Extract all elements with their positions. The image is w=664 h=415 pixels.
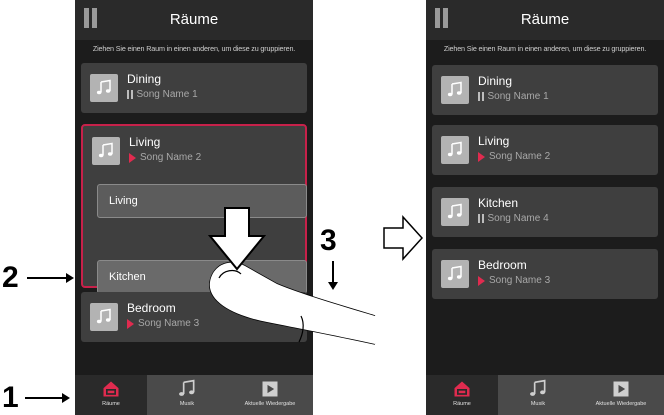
music-note-icon <box>179 379 195 396</box>
room-name: Bedroom <box>127 301 176 315</box>
song-line: Song Name 2 <box>129 152 201 163</box>
room-card-kitchen[interactable]: Kitchen Song Name 4 <box>432 187 658 237</box>
play-icon <box>478 151 485 162</box>
song-line: Song Name 3 <box>478 275 550 286</box>
tab-bar: Räume Musik Aktuelle Wiedergabe <box>75 375 313 415</box>
music-note-icon <box>441 260 469 288</box>
room-card-dining[interactable]: Dining Song Name 1 <box>432 65 658 115</box>
tab-music[interactable]: Musik <box>147 375 227 415</box>
music-note-icon <box>90 303 118 331</box>
page-title: Räume <box>169 11 219 28</box>
callout-2-arrow-icon <box>27 273 74 283</box>
music-note-icon <box>90 74 118 102</box>
music-note-icon <box>441 76 469 104</box>
song-name: Song Name 4 <box>487 213 549 224</box>
room-name: Living <box>129 135 161 149</box>
tab-label: Räume <box>102 401 120 407</box>
tab-now-playing[interactable]: Aktuelle Wiedergabe <box>227 375 313 415</box>
tab-bar: Räume Musik Aktuelle Wiedergabe <box>426 375 664 415</box>
header-bar: Räume <box>75 0 313 40</box>
tab-label: Musik <box>179 401 195 407</box>
song-name: Song Name 2 <box>489 151 551 162</box>
tab-label: Musik <box>530 401 546 407</box>
song-line: Song Name 1 <box>478 91 549 102</box>
play-icon <box>129 152 136 163</box>
room-name: Dining <box>478 74 513 88</box>
song-name: Song Name 1 <box>136 89 198 100</box>
pause-icon <box>478 92 484 101</box>
tab-label: Aktuelle Wiedergabe <box>595 401 647 407</box>
room-name: Living <box>478 134 510 148</box>
music-note-icon <box>530 379 546 396</box>
room-card-dining[interactable]: Dining Song Name 1 <box>81 63 307 113</box>
room-name: Bedroom <box>478 258 527 272</box>
play-icon <box>127 318 134 329</box>
tab-now-playing[interactable]: Aktuelle Wiedergabe <box>578 375 664 415</box>
song-line: Song Name 4 <box>478 213 549 224</box>
tab-label: Räume <box>453 401 471 407</box>
song-name: Song Name 3 <box>489 275 551 286</box>
arrow-right-icon <box>383 215 423 261</box>
tab-label: Aktuelle Wiedergabe <box>244 401 296 407</box>
tab-music[interactable]: Musik <box>498 375 578 415</box>
tab-rooms[interactable]: Räume <box>75 375 147 415</box>
tab-rooms[interactable]: Räume <box>426 375 498 415</box>
room-card-bedroom[interactable]: Bedroom Song Name 3 <box>432 249 658 299</box>
home-icon <box>103 381 119 397</box>
song-line: Song Name 3 <box>127 318 199 329</box>
play-icon <box>478 275 485 286</box>
room-name: Dining <box>127 72 162 86</box>
play-button-icon <box>613 381 629 397</box>
room-card-living[interactable]: Living Song Name 2 <box>432 125 658 175</box>
header-bar: Räume <box>426 0 664 40</box>
song-name: Song Name 2 <box>140 152 202 163</box>
song-line: Song Name 2 <box>478 151 550 162</box>
group-member-living[interactable]: Living <box>97 184 307 218</box>
music-note-icon <box>441 198 469 226</box>
pause-icon <box>127 90 133 99</box>
song-name: Song Name 3 <box>138 318 200 329</box>
callout-1-arrow-icon <box>25 393 70 403</box>
song-name: Song Name 1 <box>487 91 549 102</box>
room-name: Kitchen <box>478 196 519 210</box>
pause-icon <box>478 214 484 223</box>
page-title: Räume <box>520 11 570 28</box>
callout-2: 2 <box>2 261 19 294</box>
callout-3-arrow-icon <box>328 261 338 290</box>
music-note-icon <box>441 136 469 164</box>
phone-screen-right: Räume Ziehen Sie einen Raum in einen and… <box>426 0 664 415</box>
song-line: Song Name 1 <box>127 89 198 100</box>
home-icon <box>454 381 470 397</box>
drag-hint-text: Ziehen Sie einen Raum in einen anderen, … <box>443 44 647 53</box>
callout-1: 1 <box>2 381 19 414</box>
music-note-icon <box>92 137 120 165</box>
play-button-icon <box>262 381 278 397</box>
callout-3: 3 <box>320 224 337 257</box>
drag-hint-text: Ziehen Sie einen Raum in einen anderen, … <box>92 44 296 53</box>
drag-down-arrow-icon <box>207 207 267 271</box>
